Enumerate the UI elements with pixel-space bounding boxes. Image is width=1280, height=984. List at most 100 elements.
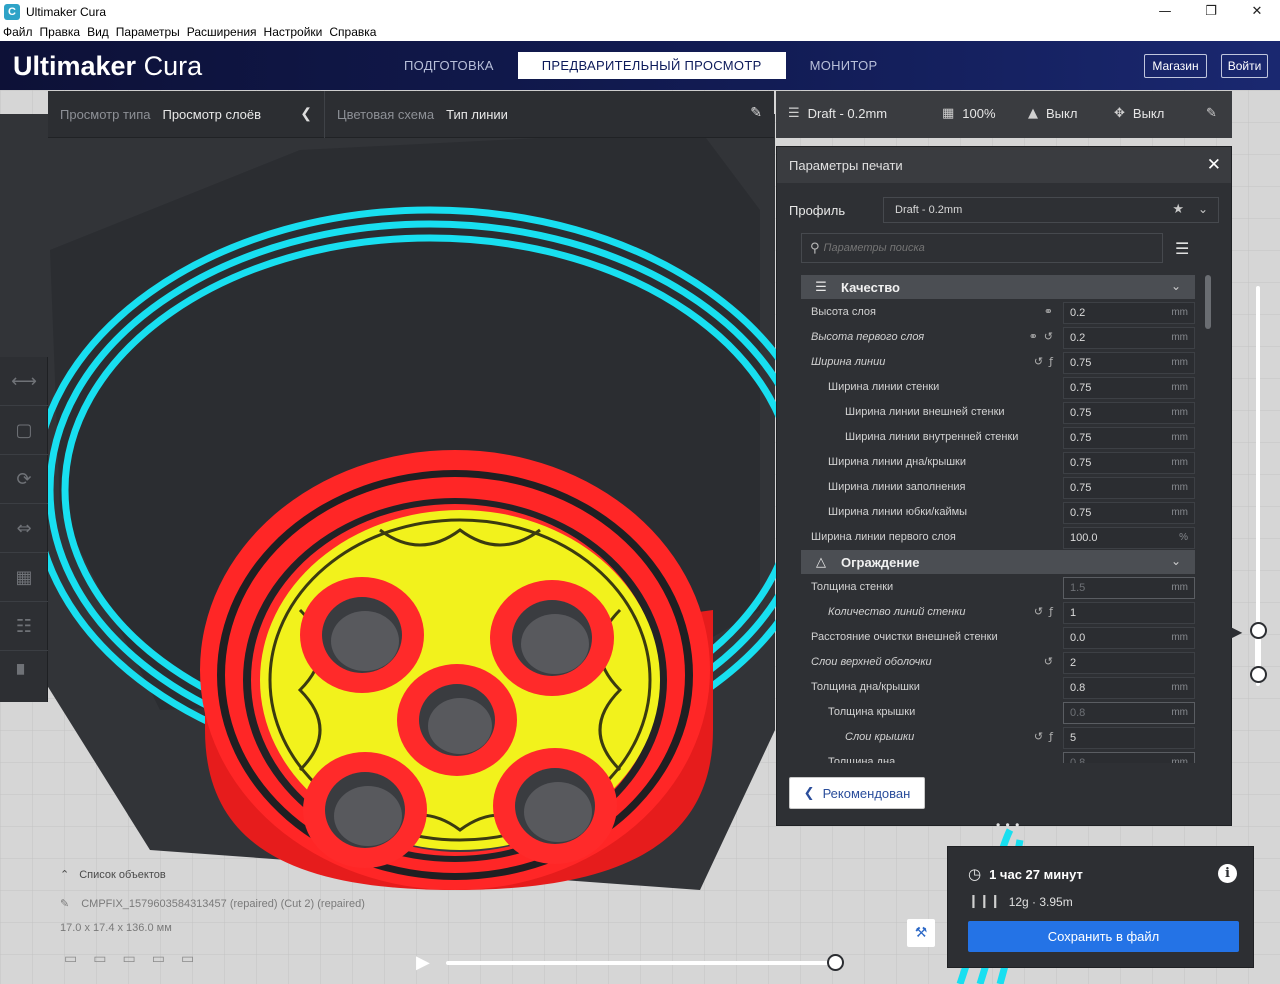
scale-tool-icon[interactable]: ▢	[0, 406, 48, 455]
setting-input[interactable]: 100.0%	[1063, 527, 1195, 549]
settings-list[interactable]: ☰ Качество ⌄ Высота слоя ⚭ 0.2 mm Высота первог…	[801, 275, 1195, 763]
setting-label: Ширина линии заполнения	[828, 481, 966, 493]
minimize-icon[interactable]: —	[1142, 0, 1188, 23]
reset-icon[interactable]: ↺	[1044, 330, 1053, 343]
menu-file[interactable]: Файл	[3, 25, 33, 39]
close-icon[interactable]: ✕	[1207, 155, 1221, 175]
color-scheme-selector[interactable]: Цветовая схема Тип линии ✎	[325, 91, 774, 138]
reset-icon[interactable]: ↺	[1034, 355, 1043, 368]
setting-input[interactable]: 0.2 mm	[1063, 327, 1195, 349]
pencil-icon[interactable]: ✎	[750, 105, 762, 121]
view-type-value: Просмотр слоёв	[162, 106, 262, 122]
reset-icon[interactable]: ↺	[1034, 605, 1043, 618]
reset-icon[interactable]: ↺	[1034, 730, 1043, 743]
move-tool-icon[interactable]: ⟷	[0, 357, 48, 406]
setting-input[interactable]: 0.75 mm	[1063, 352, 1195, 374]
category-icon: ☰	[815, 279, 827, 295]
menu-extensions[interactable]: Расширения	[187, 25, 257, 39]
edit-settings-icon[interactable]: ✎	[1206, 106, 1217, 121]
func-icon[interactable]: ƒ	[1049, 605, 1053, 618]
panel-resize-grip[interactable]: • • •	[996, 818, 1020, 832]
setting-input[interactable]: 0.8 mm	[1063, 752, 1195, 763]
view-type-selector[interactable]: Просмотр типа Просмотр слоёв ❮	[48, 90, 325, 138]
menu-edit[interactable]: Правка	[40, 25, 81, 39]
func-icon[interactable]: ƒ	[1049, 355, 1053, 368]
settings-category[interactable]: ☰ Качество ⌄	[801, 275, 1195, 299]
setting-input[interactable]: 1.5 mm	[1063, 577, 1195, 599]
search-input[interactable]	[823, 242, 1144, 254]
close-window-icon[interactable]: ✕	[1234, 0, 1280, 23]
link-icon[interactable]: ⚭	[1044, 305, 1053, 318]
setting-input[interactable]: 2	[1063, 652, 1195, 674]
setting-input[interactable]: 0.0 mm	[1063, 627, 1195, 649]
menu-view[interactable]: Вид	[87, 25, 109, 39]
setting-input[interactable]: 5	[1063, 727, 1195, 749]
link-icon[interactable]: ⚭	[1029, 330, 1038, 343]
layer-slider-upper-handle[interactable]	[1250, 622, 1267, 639]
object-list-toggle[interactable]: ⌃ Список объектов	[60, 868, 166, 881]
menu-parameters[interactable]: Параметры	[116, 25, 180, 39]
tab-preview[interactable]: ПРЕДВАРИТЕЛЬНЫЙ ПРОСМОТР	[517, 52, 786, 79]
setting-input[interactable]: 0.75 mm	[1063, 452, 1195, 474]
play-simulation-icon[interactable]: ▶	[416, 952, 430, 973]
settings-category[interactable]: △ Ограждение ⌄	[801, 550, 1195, 574]
print-setup-summary[interactable]: ☰ Draft - 0.2mm ▦ 100% ▲ Выкл ✥ Выкл ✎	[776, 91, 1232, 138]
per-model-settings-icon[interactable]: ▦	[0, 553, 48, 602]
setting-input[interactable]: 0.75 mm	[1063, 502, 1195, 524]
path-slider-handle[interactable]	[827, 954, 844, 971]
save-to-file-button[interactable]: Сохранить в файл	[968, 921, 1239, 952]
print-time: ◷ 1 час 27 минут	[968, 865, 1083, 883]
infill-summary: ▦ 100%	[942, 106, 996, 121]
maximize-icon[interactable]: ❐	[1188, 0, 1234, 23]
setting-row: Ширина линии стенки 0.75 mm	[801, 375, 1195, 400]
view-right-icon[interactable]: ▭	[181, 951, 194, 967]
profile-dropdown[interactable]: Draft - 0.2mm ★ ⌄	[883, 197, 1219, 223]
path-slider[interactable]	[446, 954, 844, 971]
marketplace-button[interactable]: Магазин	[1144, 54, 1207, 78]
setting-input[interactable]: 0.75 mm	[1063, 477, 1195, 499]
star-icon[interactable]: ★	[1172, 202, 1184, 217]
setting-row: Толщина стенки 1.5 mm	[801, 575, 1195, 600]
setting-input[interactable]: 0.2 mm	[1063, 302, 1195, 324]
login-button[interactable]: Войти	[1221, 54, 1268, 78]
setting-input[interactable]: 0.8 mm	[1063, 702, 1195, 724]
view-front-icon[interactable]: ▭	[93, 951, 106, 967]
tab-prepare[interactable]: ПОДГОТОВКА	[380, 52, 518, 79]
setting-input[interactable]: 0.75 mm	[1063, 377, 1195, 399]
menu-help[interactable]: Справка	[329, 25, 376, 39]
rotate-tool-icon[interactable]: ⟳	[0, 455, 48, 504]
view-type-label: Просмотр типа	[60, 106, 151, 122]
setting-row: Ширина линии ↺ ƒ 0.75 mm	[801, 350, 1195, 375]
setting-row: Ширина линии внутренней стенки 0.75 mm	[801, 425, 1195, 450]
tools-icon[interactable]: ⚒	[907, 919, 935, 947]
info-icon[interactable]: i	[1218, 864, 1237, 883]
layer-slider-lower-handle[interactable]	[1250, 666, 1267, 683]
settings-scrollbar[interactable]	[1205, 275, 1211, 329]
support-blocker-icon[interactable]: ☷	[0, 602, 48, 651]
setting-input[interactable]: 1	[1063, 602, 1195, 624]
view-left-icon[interactable]: ▭	[152, 951, 165, 967]
view-3d-icon[interactable]: ▭	[64, 951, 77, 967]
layer-slider[interactable]: ▶	[1230, 286, 1267, 686]
reset-icon[interactable]: ↺	[1044, 655, 1053, 668]
tab-monitor[interactable]: МОНИТОР	[786, 52, 902, 79]
window-titlebar: C Ultimaker Cura — ❐ ✕	[0, 0, 1280, 23]
chevron-left-icon[interactable]: ❮	[300, 105, 312, 122]
setting-label: Ширина линии	[811, 356, 886, 368]
recommended-button[interactable]: ❮ Рекомендован	[789, 777, 925, 809]
panel-header: Параметры печати ✕	[777, 147, 1231, 183]
settings-search[interactable]: ⚲	[801, 233, 1163, 263]
quality-icon: ☰	[788, 106, 800, 121]
mirror-tool-icon[interactable]: ⇔	[0, 504, 48, 553]
view-top-icon[interactable]: ▭	[122, 951, 135, 967]
menu-preferences[interactable]: Настройки	[264, 25, 323, 39]
layer-tool-icon[interactable]: ▘	[0, 651, 48, 700]
setting-input[interactable]: 0.75 mm	[1063, 427, 1195, 449]
setting-input[interactable]: 0.75 mm	[1063, 402, 1195, 424]
setting-input[interactable]: 0.8 mm	[1063, 677, 1195, 699]
setting-label: Ширина линии стенки	[828, 381, 940, 393]
settings-menu-icon[interactable]: ☰	[1175, 239, 1189, 258]
adhesion-summary: ✥ Выкл	[1114, 106, 1165, 121]
setting-label: Ширина линии первого слоя	[811, 531, 956, 543]
func-icon[interactable]: ƒ	[1049, 730, 1053, 743]
